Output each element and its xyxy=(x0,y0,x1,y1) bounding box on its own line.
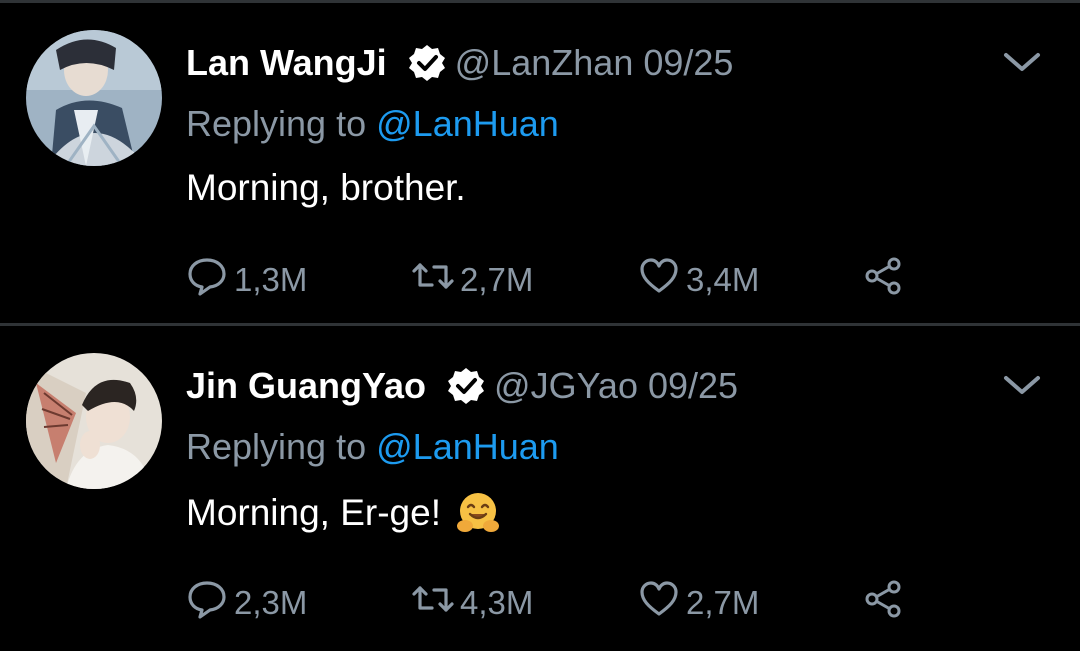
tweet-header: Jin GuangYao @JGYao 09/25 xyxy=(186,361,738,411)
retweet-count: 2,7M xyxy=(460,261,534,298)
reply-count: 1,3M xyxy=(234,261,308,298)
timestamp[interactable]: 09/25 xyxy=(648,365,738,407)
speech-bubble-icon xyxy=(186,578,234,628)
like-button[interactable]: 2,7M xyxy=(638,578,759,628)
share-nodes-icon xyxy=(862,255,910,305)
reply-count: 2,3M xyxy=(234,584,308,621)
share-button[interactable] xyxy=(862,578,910,628)
replying-to: Replying to @LanHuan xyxy=(186,426,559,468)
handle[interactable]: @LanZhan xyxy=(455,42,634,84)
verified-badge-icon xyxy=(407,43,447,83)
replying-to: Replying to @LanHuan xyxy=(186,103,559,145)
timestamp[interactable]: 09/25 xyxy=(643,42,733,84)
heart-icon xyxy=(638,255,686,305)
tweet-text: Morning, brother. xyxy=(186,167,466,209)
tweet-text-content: Morning, brother. xyxy=(186,167,466,208)
like-count: 2,7M xyxy=(686,584,760,621)
hugging-face-emoji-icon xyxy=(455,490,501,536)
tweet-header: Lan WangJi @LanZhan 09/25 xyxy=(186,38,733,88)
retweet-button[interactable]: 4,3M xyxy=(412,578,533,628)
display-name[interactable]: Jin GuangYao xyxy=(186,365,426,407)
replying-to-label: Replying to xyxy=(186,103,367,144)
like-button[interactable]: 3,4M xyxy=(638,255,759,305)
retweet-arrows-icon xyxy=(412,255,460,305)
tweet-text-content: Morning, Er-ge! xyxy=(186,492,441,533)
avatar[interactable] xyxy=(26,30,162,166)
reply-button[interactable]: 1,3M xyxy=(186,255,307,305)
mention-link[interactable]: @LanHuan xyxy=(376,426,559,467)
share-button[interactable] xyxy=(862,255,910,305)
retweet-button[interactable]: 2,7M xyxy=(412,255,533,305)
chevron-down-icon[interactable] xyxy=(1002,370,1042,400)
mention-link[interactable]: @LanHuan xyxy=(376,103,559,144)
action-bar: 1,3M 2,7M 3,4M xyxy=(186,255,946,305)
replying-to-label: Replying to xyxy=(186,426,367,467)
display-name[interactable]: Lan WangJi xyxy=(186,42,387,84)
like-count: 3,4M xyxy=(686,261,760,298)
reply-button[interactable]: 2,3M xyxy=(186,578,307,628)
share-nodes-icon xyxy=(862,578,910,628)
handle[interactable]: @JGYao xyxy=(494,365,638,407)
speech-bubble-icon xyxy=(186,255,234,305)
tweet-text: Morning, Er-ge! xyxy=(186,490,501,536)
chevron-down-icon[interactable] xyxy=(1002,47,1042,77)
tweet[interactable]: Lan WangJi @LanZhan 09/25 Replying to @L… xyxy=(0,3,1080,323)
tweet[interactable]: Jin GuangYao @JGYao 09/25 Replying to @L… xyxy=(0,326,1080,651)
retweet-count: 4,3M xyxy=(460,584,534,621)
heart-icon xyxy=(638,578,686,628)
action-bar: 2,3M 4,3M 2,7M xyxy=(186,578,946,628)
avatar[interactable] xyxy=(26,353,162,489)
retweet-arrows-icon xyxy=(412,578,460,628)
verified-badge-icon xyxy=(446,366,486,406)
